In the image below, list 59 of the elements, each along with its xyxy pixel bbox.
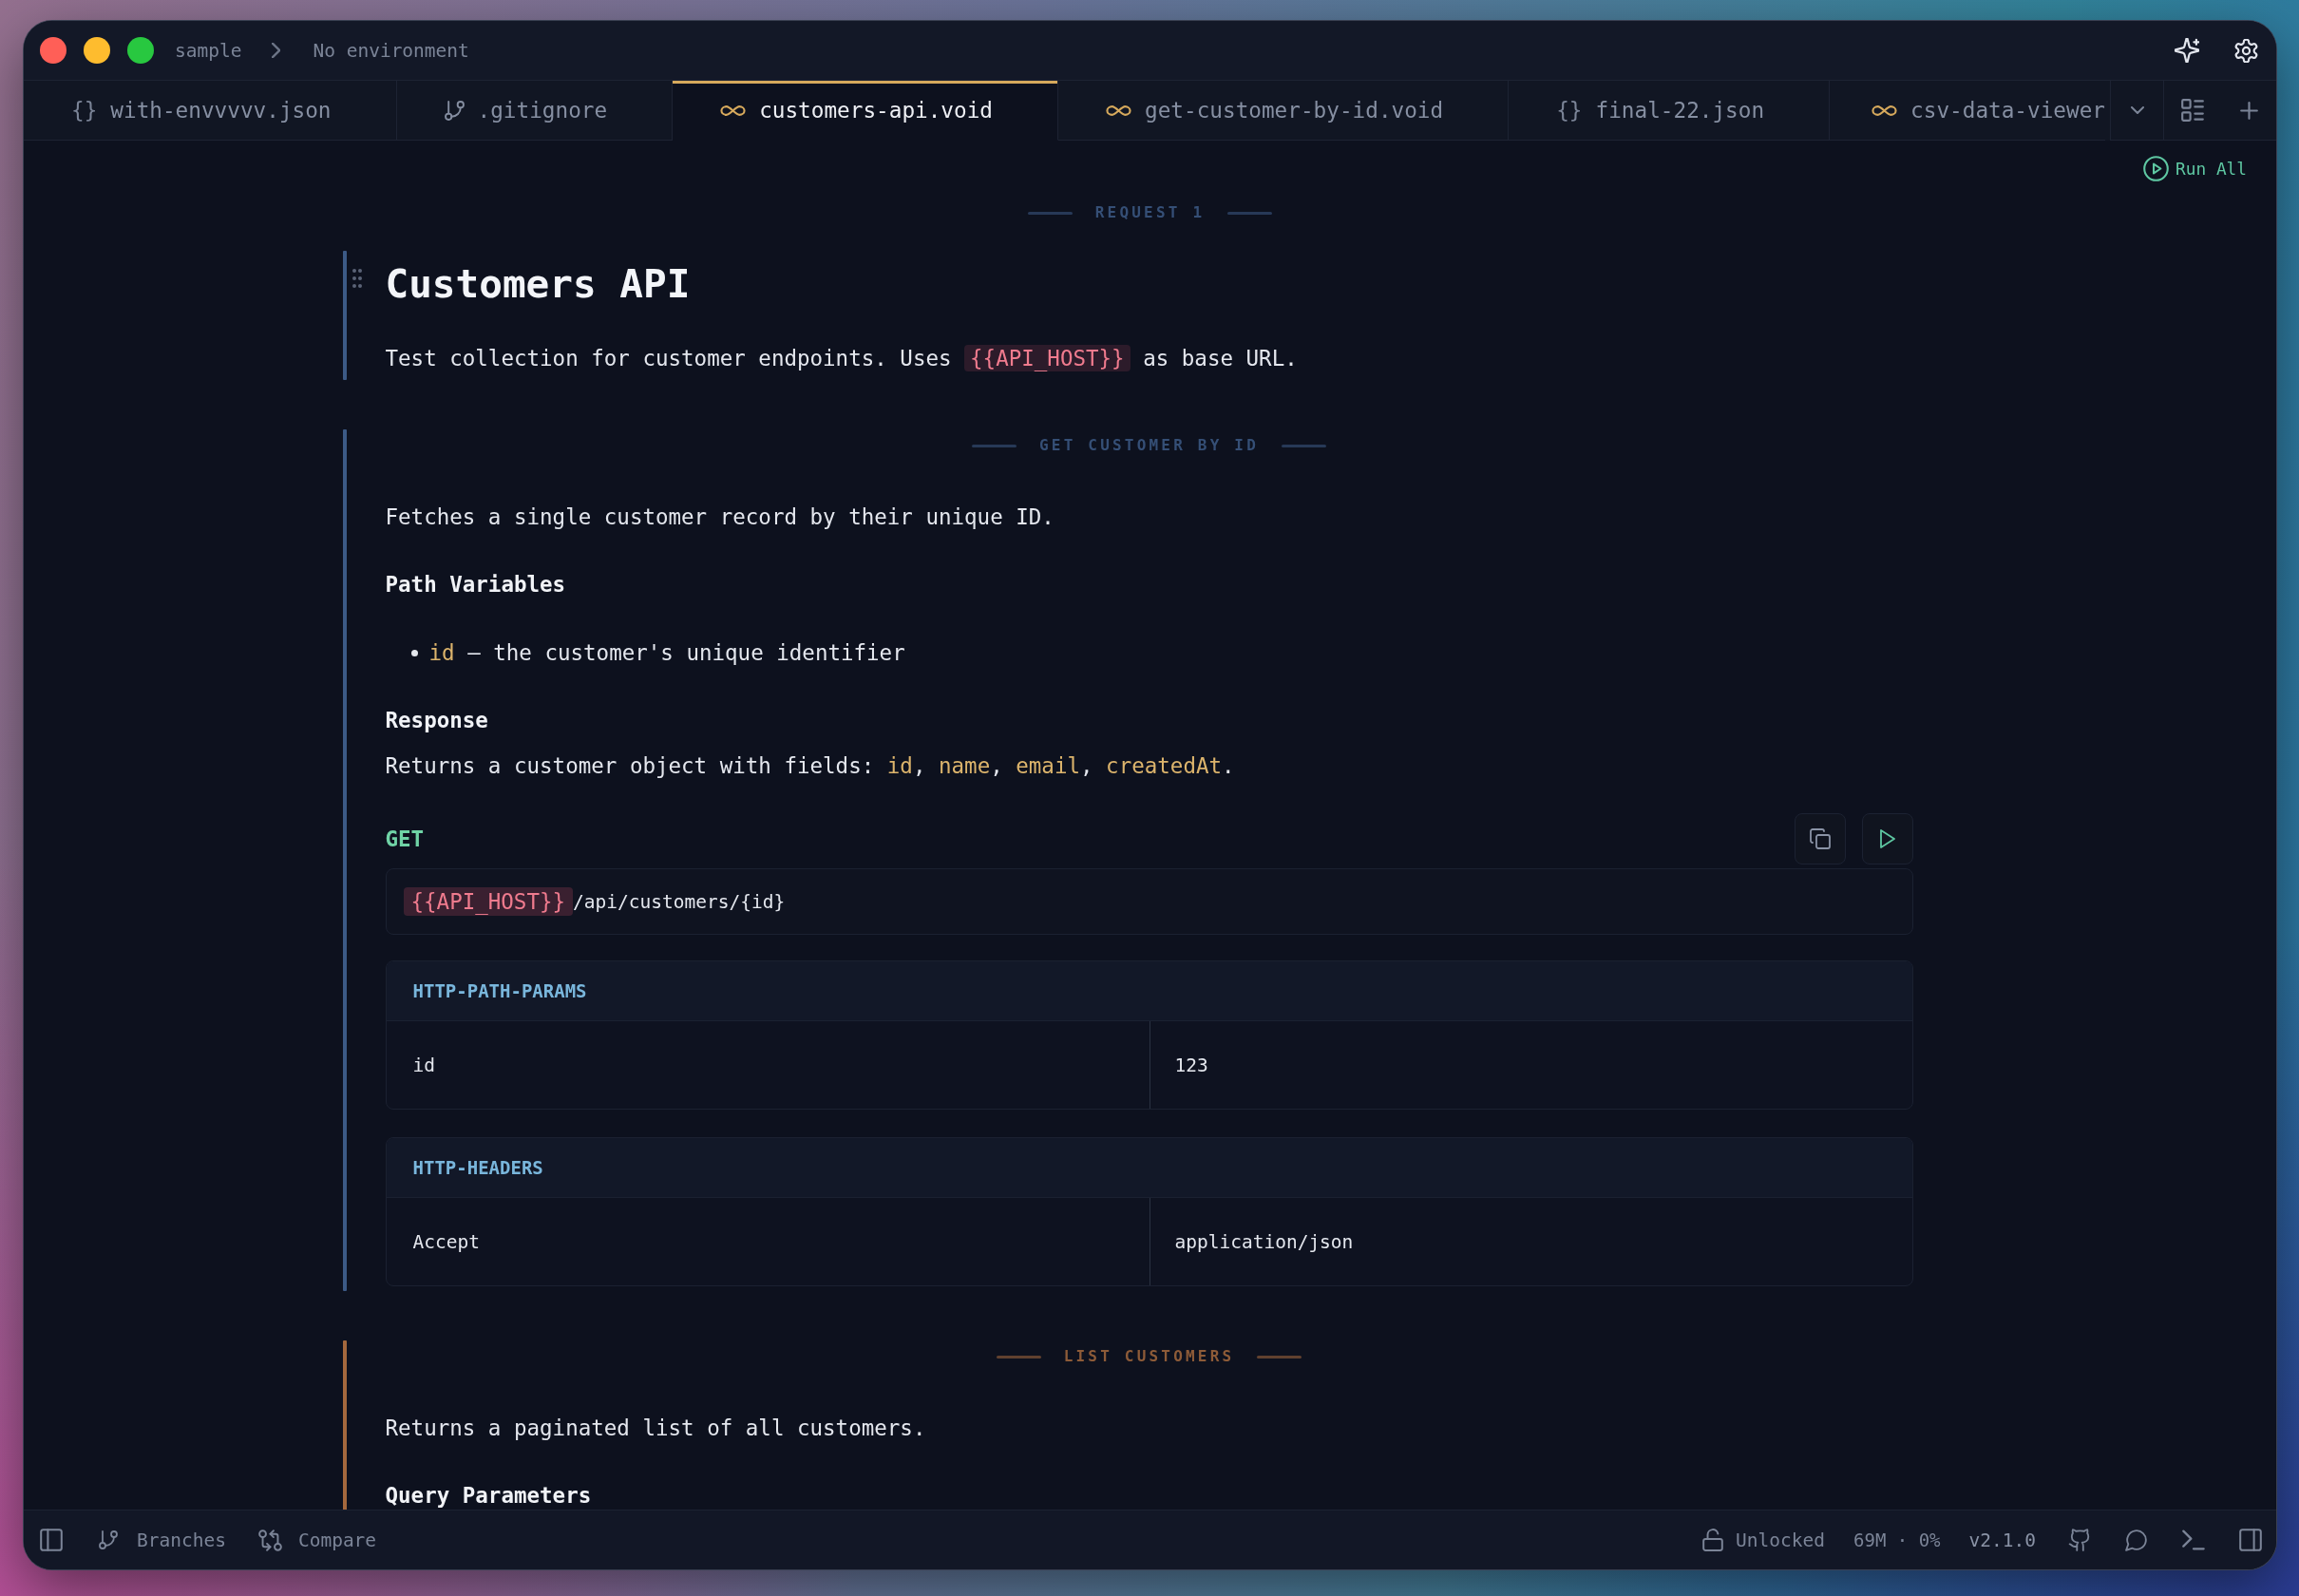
close-button[interactable] bbox=[40, 37, 66, 64]
workspace-button[interactable]: sample bbox=[175, 39, 242, 62]
zoom-button[interactable] bbox=[127, 37, 154, 64]
card-header: HTTP-HEADERS bbox=[386, 1138, 1912, 1198]
list-item-text: id — the customer's unique identifier bbox=[428, 639, 905, 667]
git-branch-icon bbox=[444, 100, 465, 121]
copy-icon bbox=[1809, 828, 1831, 849]
lock-open-icon bbox=[1702, 1529, 1724, 1551]
infinity-icon bbox=[1106, 104, 1131, 117]
bullet-icon bbox=[410, 649, 418, 656]
paragraph-text: Fetches a single customer record by their unique ID. bbox=[385, 504, 1055, 531]
infinity-icon bbox=[720, 104, 747, 117]
run-all-button[interactable]: Run All bbox=[2143, 149, 2247, 187]
table-cell: application/json bbox=[1149, 1198, 1912, 1285]
braces-icon: {} bbox=[1556, 98, 1583, 123]
terminal-icon[interactable] bbox=[2182, 1529, 2205, 1551]
table-cell-text: Accept bbox=[411, 1229, 481, 1255]
page-title: Customers API bbox=[385, 260, 692, 309]
minimize-button[interactable] bbox=[84, 37, 110, 64]
chat-icon[interactable] bbox=[2125, 1529, 2148, 1551]
chevron-down-icon bbox=[2130, 106, 2144, 114]
github-icon[interactable] bbox=[2068, 1529, 2091, 1551]
sidebar-toggle-icon[interactable] bbox=[40, 1529, 63, 1551]
send-button[interactable] bbox=[1861, 813, 1913, 864]
subheading: Path Variables bbox=[385, 571, 567, 598]
plus-icon bbox=[2239, 101, 2258, 120]
copy-button[interactable] bbox=[1794, 813, 1846, 864]
section-label: REQUEST 1 bbox=[1094, 203, 1206, 222]
compare-button[interactable]: Compare bbox=[257, 1529, 377, 1551]
compare-icon bbox=[257, 1529, 282, 1551]
environment-selector[interactable]: No environment bbox=[313, 39, 469, 62]
subheading: Response bbox=[385, 707, 489, 734]
infinity-icon bbox=[1872, 104, 1898, 117]
lock-button[interactable]: Unlocked bbox=[1702, 1529, 1826, 1551]
card-header: HTTP-PATH-PARAMS bbox=[386, 961, 1912, 1021]
paragraph-text: Returns a customer object with fields: id, name, email, createdAt. bbox=[385, 752, 1236, 780]
braces-icon: {} bbox=[71, 98, 98, 123]
subheading: Query Parameters bbox=[385, 1482, 593, 1510]
settings-icon[interactable] bbox=[2234, 38, 2258, 63]
table-cell-text: id bbox=[411, 1053, 436, 1078]
http-method: GET bbox=[385, 826, 425, 851]
section-label: GET CUSTOMER BY ID bbox=[1039, 436, 1259, 455]
drag-handle-icon[interactable] bbox=[351, 267, 363, 290]
url-field[interactable]: {{API_HOST}} /api/customers/{id} bbox=[385, 868, 1913, 935]
memory-usage: 69M · 0% bbox=[1853, 1530, 1941, 1550]
tab[interactable]: customers-api.void bbox=[673, 81, 1058, 141]
paragraph-text: Test collection for customer endpoints. Uses {{API_HOST}} as base URL. bbox=[385, 344, 1299, 373]
branches-button[interactable]: Branches bbox=[99, 1529, 226, 1551]
play-circle-icon bbox=[2143, 155, 2170, 181]
sparkle-icon[interactable] bbox=[2175, 38, 2199, 63]
play-icon bbox=[1879, 829, 1895, 848]
table-cell: 123 bbox=[1149, 1021, 1912, 1109]
chevron-right-icon bbox=[272, 43, 281, 58]
panel-right-icon[interactable] bbox=[2239, 1529, 2262, 1551]
version-label: v2.1.0 bbox=[1968, 1529, 2036, 1551]
git-branch-icon bbox=[99, 1530, 118, 1550]
paragraph-text: Returns a paginated list of all customers. bbox=[385, 1415, 927, 1442]
section-label: LIST CUSTOMERS bbox=[1063, 1347, 1235, 1366]
layout-list-icon bbox=[2181, 99, 2204, 122]
